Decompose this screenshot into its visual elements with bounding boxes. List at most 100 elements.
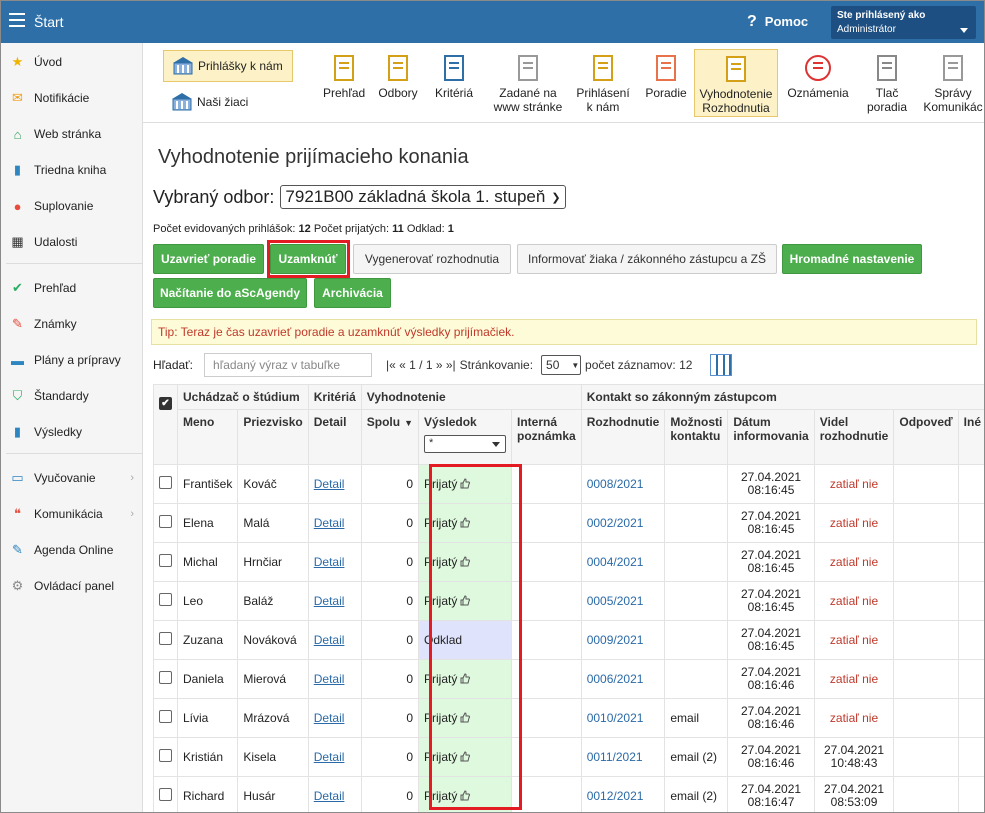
help-button[interactable]: ? Pomoc: [747, 13, 808, 31]
col-decision[interactable]: Rozhodnutie: [580, 409, 666, 465]
load-to-agenda-button[interactable]: Načítanie do aScAgendy: [153, 278, 307, 308]
col-contact-options[interactable]: Možnosti kontaktu: [664, 409, 729, 465]
toolbar-item[interactable]: Oznámenia: [783, 49, 853, 117]
col-seen[interactable]: Videl rozhodnutie: [813, 409, 895, 465]
toolbar-item[interactable]: Vyhodnotenie Rozhodnutia: [694, 49, 778, 117]
sidebar-item[interactable]: ✉ Notifikácie: [1, 80, 142, 116]
close-ranking-button[interactable]: Uzavrieť poradie: [153, 244, 264, 274]
col-first-name[interactable]: Meno: [176, 409, 239, 465]
archive-button[interactable]: Archivácia: [314, 278, 391, 308]
col-result-label: Výsledok: [424, 415, 477, 429]
sidebar-item[interactable]: ❝ Komunikácia ›: [1, 496, 142, 532]
decision-link[interactable]: 0008/2021: [587, 477, 644, 491]
per-page-select[interactable]: 50 ▼: [541, 355, 582, 375]
sidebar-item[interactable]: ⌂ Web stránka: [1, 116, 142, 152]
field-select[interactable]: 7921B00 základná škola 1. stupeň ❯: [280, 185, 566, 209]
row-checkbox[interactable]: [159, 710, 172, 723]
toolbar-item[interactable]: Zadané na www stránke: [489, 49, 567, 117]
sidebar-item[interactable]: ⚙ Ovládací panel: [1, 568, 142, 604]
menu-icon[interactable]: [9, 13, 25, 27]
clipboard-icon: [388, 55, 408, 81]
columns-icon[interactable]: [710, 354, 733, 376]
toolbar-item[interactable]: Správy Komunikác: [921, 49, 984, 117]
decision-link[interactable]: 0009/2021: [587, 633, 644, 647]
tab-applications[interactable]: Prihlášky k nám: [163, 50, 293, 82]
info-date-cell: 27.04.2021 08:16:45: [727, 503, 815, 543]
sidebar-item[interactable]: ⛉ Štandardy: [1, 378, 142, 414]
contact-cell: [664, 581, 729, 621]
sidebar-item[interactable]: ▭ Vyučovanie ›: [1, 460, 142, 496]
help-label: Pomoc: [764, 14, 809, 29]
decision-link[interactable]: 0004/2021: [587, 555, 644, 569]
stats-line: Počet evidovaných prihlášok: 12 Počet pr…: [153, 223, 454, 235]
pager-nav[interactable]: |« « 1 / 1 » »|: [386, 358, 456, 372]
sidebar-item-label: Výsledky: [34, 425, 83, 439]
toolbar-item[interactable]: Kritériá: [431, 49, 477, 117]
detail-link[interactable]: Detail: [314, 711, 345, 725]
detail-link[interactable]: Detail: [314, 477, 345, 491]
stat-value: 12: [298, 223, 311, 235]
sidebar-item[interactable]: ▮ Výsledky: [1, 414, 142, 450]
toolbar-item[interactable]: Poradie: [639, 49, 693, 117]
decision-link[interactable]: 0006/2021: [587, 672, 644, 686]
decision-link[interactable]: 0011/2021: [587, 750, 643, 764]
decision-link[interactable]: 0002/2021: [587, 516, 644, 530]
sidebar-item[interactable]: ✎ Agenda Online: [1, 532, 142, 568]
row-checkbox[interactable]: [159, 593, 172, 606]
chevron-right-icon: ›: [130, 508, 134, 520]
reply-cell: [893, 620, 959, 660]
sidebar-item-label: Agenda Online: [34, 543, 114, 557]
row-checkbox[interactable]: [159, 554, 172, 567]
row-checkbox[interactable]: [159, 476, 172, 489]
col-total[interactable]: Spolu ▼: [360, 409, 420, 465]
row-checkbox[interactable]: [159, 788, 172, 801]
sidebar-item[interactable]: ● Suplovanie: [1, 188, 142, 224]
row-checkbox[interactable]: [159, 671, 172, 684]
first-name-cell: František: [176, 464, 239, 504]
decision-link[interactable]: 0012/2021: [587, 789, 644, 803]
col-reply[interactable]: Odpoveď: [893, 409, 959, 465]
contact-cell: [664, 464, 729, 504]
sidebar-item[interactable]: ✔ Prehľad: [1, 270, 142, 306]
toolbar-item[interactable]: Prehľad: [321, 49, 367, 117]
seen-time: 08:53:09: [830, 795, 878, 809]
row-checkbox[interactable]: [159, 632, 172, 645]
sidebar-item[interactable]: ★ Úvod: [1, 44, 142, 80]
sidebar-item[interactable]: ▦ Udalosti: [1, 224, 142, 260]
decision-link[interactable]: 0005/2021: [587, 594, 644, 608]
detail-link[interactable]: Detail: [314, 555, 345, 569]
col-last-name[interactable]: Priezvisko: [237, 409, 309, 465]
generate-decisions-button[interactable]: Vygenerovať rozhodnutia: [353, 244, 511, 274]
detail-link[interactable]: Detail: [314, 516, 345, 530]
stat-value: 11: [392, 223, 404, 235]
table-row: Elena Malá Detail 0 Prijatý 0002/2021 27.04.20…: [153, 503, 984, 543]
inform-button[interactable]: Informovať žiaka / zákonného zástupcu a …: [517, 244, 777, 274]
col-info-date[interactable]: Dátum informovania: [727, 409, 815, 465]
contact-cell: [664, 542, 729, 582]
result-filter-select[interactable]: *: [424, 435, 507, 453]
sidebar-item[interactable]: ▮ Triedna kniha: [1, 152, 142, 188]
toolbar-item[interactable]: Odbory: [375, 49, 421, 117]
decision-link[interactable]: 0010/2021: [587, 711, 644, 725]
user-menu[interactable]: Ste prihlásený ako Administrátor: [831, 6, 976, 39]
detail-link[interactable]: Detail: [314, 672, 345, 686]
detail-link[interactable]: Detail: [314, 750, 345, 764]
detail-link[interactable]: Detail: [314, 789, 345, 803]
info-date: 27.04.2021: [741, 665, 802, 679]
detail-link[interactable]: Detail: [314, 633, 345, 647]
tab-our-students[interactable]: Naši žiaci: [163, 86, 293, 118]
sidebar-item[interactable]: ✎ Známky: [1, 306, 142, 342]
total-cell: 0: [360, 737, 420, 777]
toolbar-item[interactable]: Prihlásení k nám: [574, 49, 632, 117]
sidebar-item[interactable]: ▬ Plány a prípravy: [1, 342, 142, 378]
field-label: Vybraný odbor:: [153, 186, 275, 207]
select-all-checkbox[interactable]: ✔: [159, 397, 172, 410]
row-checkbox[interactable]: [159, 749, 172, 762]
bulk-settings-button[interactable]: Hromadné nastavenie: [782, 244, 922, 274]
toolbar-item[interactable]: Tlač poradia: [858, 49, 916, 117]
search-input[interactable]: hľadaný výraz v tabuľke: [204, 353, 373, 377]
app-title[interactable]: Štart: [34, 14, 64, 30]
sidebar-item-label: Suplovanie: [34, 199, 94, 213]
row-checkbox[interactable]: [159, 515, 172, 528]
detail-link[interactable]: Detail: [314, 594, 345, 608]
